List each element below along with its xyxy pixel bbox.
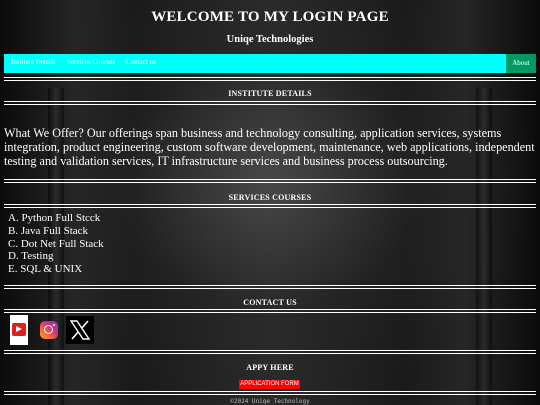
- youtube-icon[interactable]: [10, 315, 28, 345]
- institute-description: What We Offer? Our offerings span busine…: [4, 126, 535, 168]
- navbar: Institute Details Services Courses Conta…: [4, 54, 536, 73]
- divider: [4, 77, 536, 81]
- contact-us-heading: CONTACT US: [243, 298, 297, 307]
- application-form-button[interactable]: APPLICATION FORM: [239, 380, 300, 389]
- divider: [4, 179, 536, 183]
- list-item: C. Dot Net Full Stack: [8, 237, 104, 250]
- list-item: A. Python Full Stcck: [8, 212, 101, 224]
- list-item: E. SQL & UNIX: [8, 263, 83, 276]
- instagram-icon[interactable]: [40, 321, 58, 339]
- divider: [4, 204, 536, 208]
- list-item: D. Testing: [8, 250, 54, 263]
- institute-details-heading: INSTITUTE DETAILS: [228, 89, 312, 98]
- list-item: B. Java Full Stack: [8, 224, 89, 237]
- nav-link-contact-us[interactable]: Contact us: [126, 58, 156, 66]
- nav-link-services-courses[interactable]: Services Courses: [67, 58, 115, 66]
- instagram-lens-icon: [44, 325, 53, 334]
- x-logo-icon: [69, 320, 91, 340]
- divider: [4, 350, 536, 354]
- divider: [4, 391, 536, 395]
- page-title: WELCOME TO MY LOGIN PAGE: [151, 9, 389, 25]
- nav-about-button[interactable]: About: [506, 54, 536, 73]
- nav-link-institute-details[interactable]: Institute Details: [11, 58, 56, 66]
- instagram-dot-icon: [53, 324, 55, 326]
- footer-copyright: ©2024 Uniqe Technology: [230, 398, 310, 405]
- divider: [4, 101, 536, 105]
- x-icon[interactable]: [66, 316, 94, 344]
- course-list: A. Python Full Stcck B. Java Full Stack …: [8, 212, 104, 276]
- divider: [4, 309, 536, 313]
- play-icon: [16, 326, 22, 332]
- company-name: Uniqe Technologies: [226, 34, 314, 45]
- divider: [4, 285, 536, 289]
- apply-here-heading: APPY HERE: [246, 363, 294, 372]
- services-courses-heading: SERVICES COURSES: [228, 193, 312, 202]
